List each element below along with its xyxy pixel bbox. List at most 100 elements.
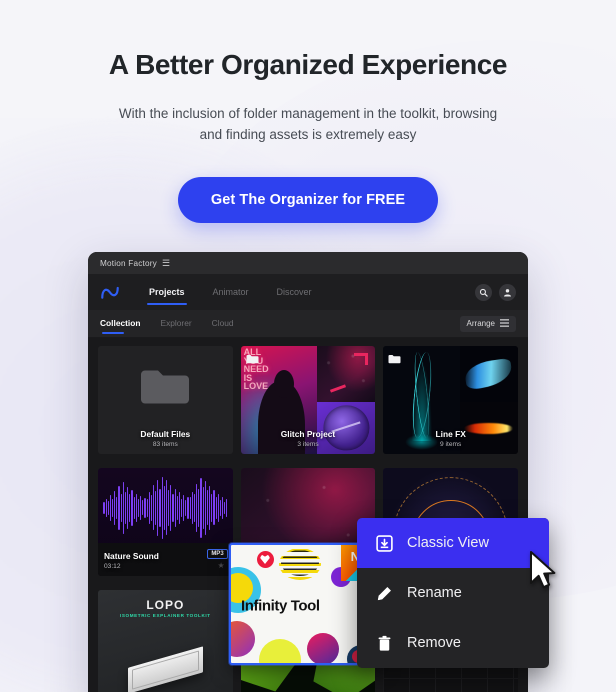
arrange-button[interactable]: Arrange [459, 315, 516, 332]
waveform-bar [176, 496, 178, 520]
subtab-collection[interactable]: Collection [100, 318, 140, 334]
card-title: Default Files [140, 429, 191, 439]
art-blob [259, 639, 301, 663]
waveform-bar [105, 498, 107, 518]
waveform-bar [196, 483, 198, 533]
waveform-bar [152, 485, 155, 531]
user-icon[interactable] [499, 283, 516, 301]
waveform-bar [181, 498, 183, 518]
waveform-bar [185, 499, 187, 517]
card-title: Line FX [435, 429, 466, 439]
waveform-bar [129, 494, 131, 522]
waveform-bar [150, 494, 152, 522]
confetti-bar [354, 352, 367, 356]
confetti-bar [365, 352, 369, 365]
get-organizer-button[interactable]: Get The Organizer for FREE [177, 177, 439, 224]
waveform-bar [191, 491, 193, 525]
selected-card-title: Infinity Tool [241, 597, 320, 615]
app-titlebar: Motion Factory ☰ [88, 252, 528, 274]
waveform-bar [144, 497, 146, 519]
card-label: Default Files 83 items [98, 425, 233, 454]
waveform-bar [221, 497, 224, 519]
waveform-bar [116, 496, 118, 520]
waveform-bar [135, 493, 137, 523]
waveform-bar [211, 494, 213, 522]
waveform-bar [109, 494, 111, 522]
context-menu-item-classic-view[interactable]: Classic View [357, 518, 549, 568]
art-blob [231, 621, 255, 657]
waveform-bar [137, 499, 140, 517]
card-default-files[interactable]: Default Files 83 items [98, 346, 233, 454]
card-glitch-project[interactable]: ALLYOUNEEDISLOVE [240, 346, 376, 454]
page-title: A Better Organized Experience [108, 49, 508, 80]
waveform-bar [183, 494, 185, 522]
page-subtitle: With the inclusion of folder management … [118, 105, 498, 142]
waveform-bar [219, 499, 221, 517]
waveform-bar [103, 502, 105, 514]
search-icon[interactable] [475, 283, 492, 301]
waveform-bar [168, 489, 170, 527]
waveform-bar [159, 488, 161, 528]
card-lopo-toolkit[interactable]: LOPO ISOMETRIC EXPLAINER TOOLKIT [98, 590, 233, 692]
folder-badge-icon [246, 351, 259, 369]
tab-discover[interactable]: Discover [263, 274, 326, 310]
blue-wave-art [460, 346, 518, 403]
lopo-subtitle: ISOMETRIC EXPLAINER TOOLKIT [120, 613, 211, 618]
lopo-title: LOPO [146, 598, 185, 612]
lopo-art: LOPO ISOMETRIC EXPLAINER TOOLKIT [98, 590, 233, 692]
app-subnav: Collection Explorer Cloud Arrange [88, 310, 528, 338]
context-menu: Classic View Rename Remove [357, 518, 549, 668]
art-squiggle-lines [281, 550, 319, 576]
waveform-bar [122, 482, 124, 534]
waveform-bar [198, 489, 200, 527]
waveform-bar [118, 486, 120, 530]
tab-projects[interactable]: Projects [135, 274, 199, 310]
mouse-pointer-icon [529, 551, 559, 596]
card-title: Glitch Project [280, 429, 336, 439]
hero-section: A Better Organized Experience With the i… [0, 0, 616, 224]
card-line-fx[interactable]: Line FX 9 items [383, 346, 518, 454]
card-subtitle: 9 items [440, 441, 462, 448]
card-title: Nature Sound [104, 551, 159, 561]
waveform-bar [204, 481, 206, 535]
waveform-bar [224, 501, 226, 515]
waveform-bar [172, 493, 174, 523]
waveform-bar [124, 492, 127, 524]
cta-wrapper: Get The Organizer for FREE [0, 177, 616, 224]
waveform-bar [213, 490, 215, 526]
waveform-bar [142, 500, 144, 516]
card-nature-sound[interactable]: Nature Sound 03:12 MP3 ★ [98, 468, 233, 576]
waveform-bar [189, 497, 191, 519]
context-menu-item-label: Rename [407, 585, 462, 601]
montage-tile-2 [460, 346, 518, 403]
context-menu-item-label: Classic View [407, 535, 489, 551]
waveform-bar [209, 486, 211, 530]
waveform-bar [112, 498, 114, 518]
context-menu-item-label: Remove [407, 635, 461, 651]
isometric-blocks-shape [127, 646, 204, 692]
confetti-art [317, 346, 376, 403]
subtab-explorer[interactable]: Explorer [160, 318, 191, 329]
subtab-cloud[interactable]: Cloud [212, 318, 234, 329]
folder-icon [138, 367, 192, 412]
waveform-bar [193, 493, 196, 523]
list-icon [500, 318, 509, 329]
waveform-bar [131, 489, 133, 527]
card-subtitle: 3 items [297, 441, 319, 448]
waveform-bar [114, 490, 116, 526]
waveform-bar [202, 486, 204, 530]
waveform-bar [127, 487, 129, 529]
motion-factory-logo [100, 283, 120, 301]
hamburger-icon[interactable]: ☰ [162, 258, 170, 268]
montage-tile-2 [317, 346, 376, 403]
context-menu-item-rename[interactable]: Rename [357, 568, 549, 618]
waveform-bar [217, 494, 219, 522]
card-subtitle: 83 items [152, 441, 178, 448]
tab-animator[interactable]: Animator [199, 274, 263, 310]
waveform-bar [146, 498, 148, 518]
waveform-bar [107, 501, 109, 515]
card-label: Line FX 9 items [383, 425, 518, 454]
waveform-bar [178, 492, 180, 524]
context-menu-item-remove[interactable]: Remove [357, 618, 549, 668]
waveform-bars [103, 476, 228, 540]
